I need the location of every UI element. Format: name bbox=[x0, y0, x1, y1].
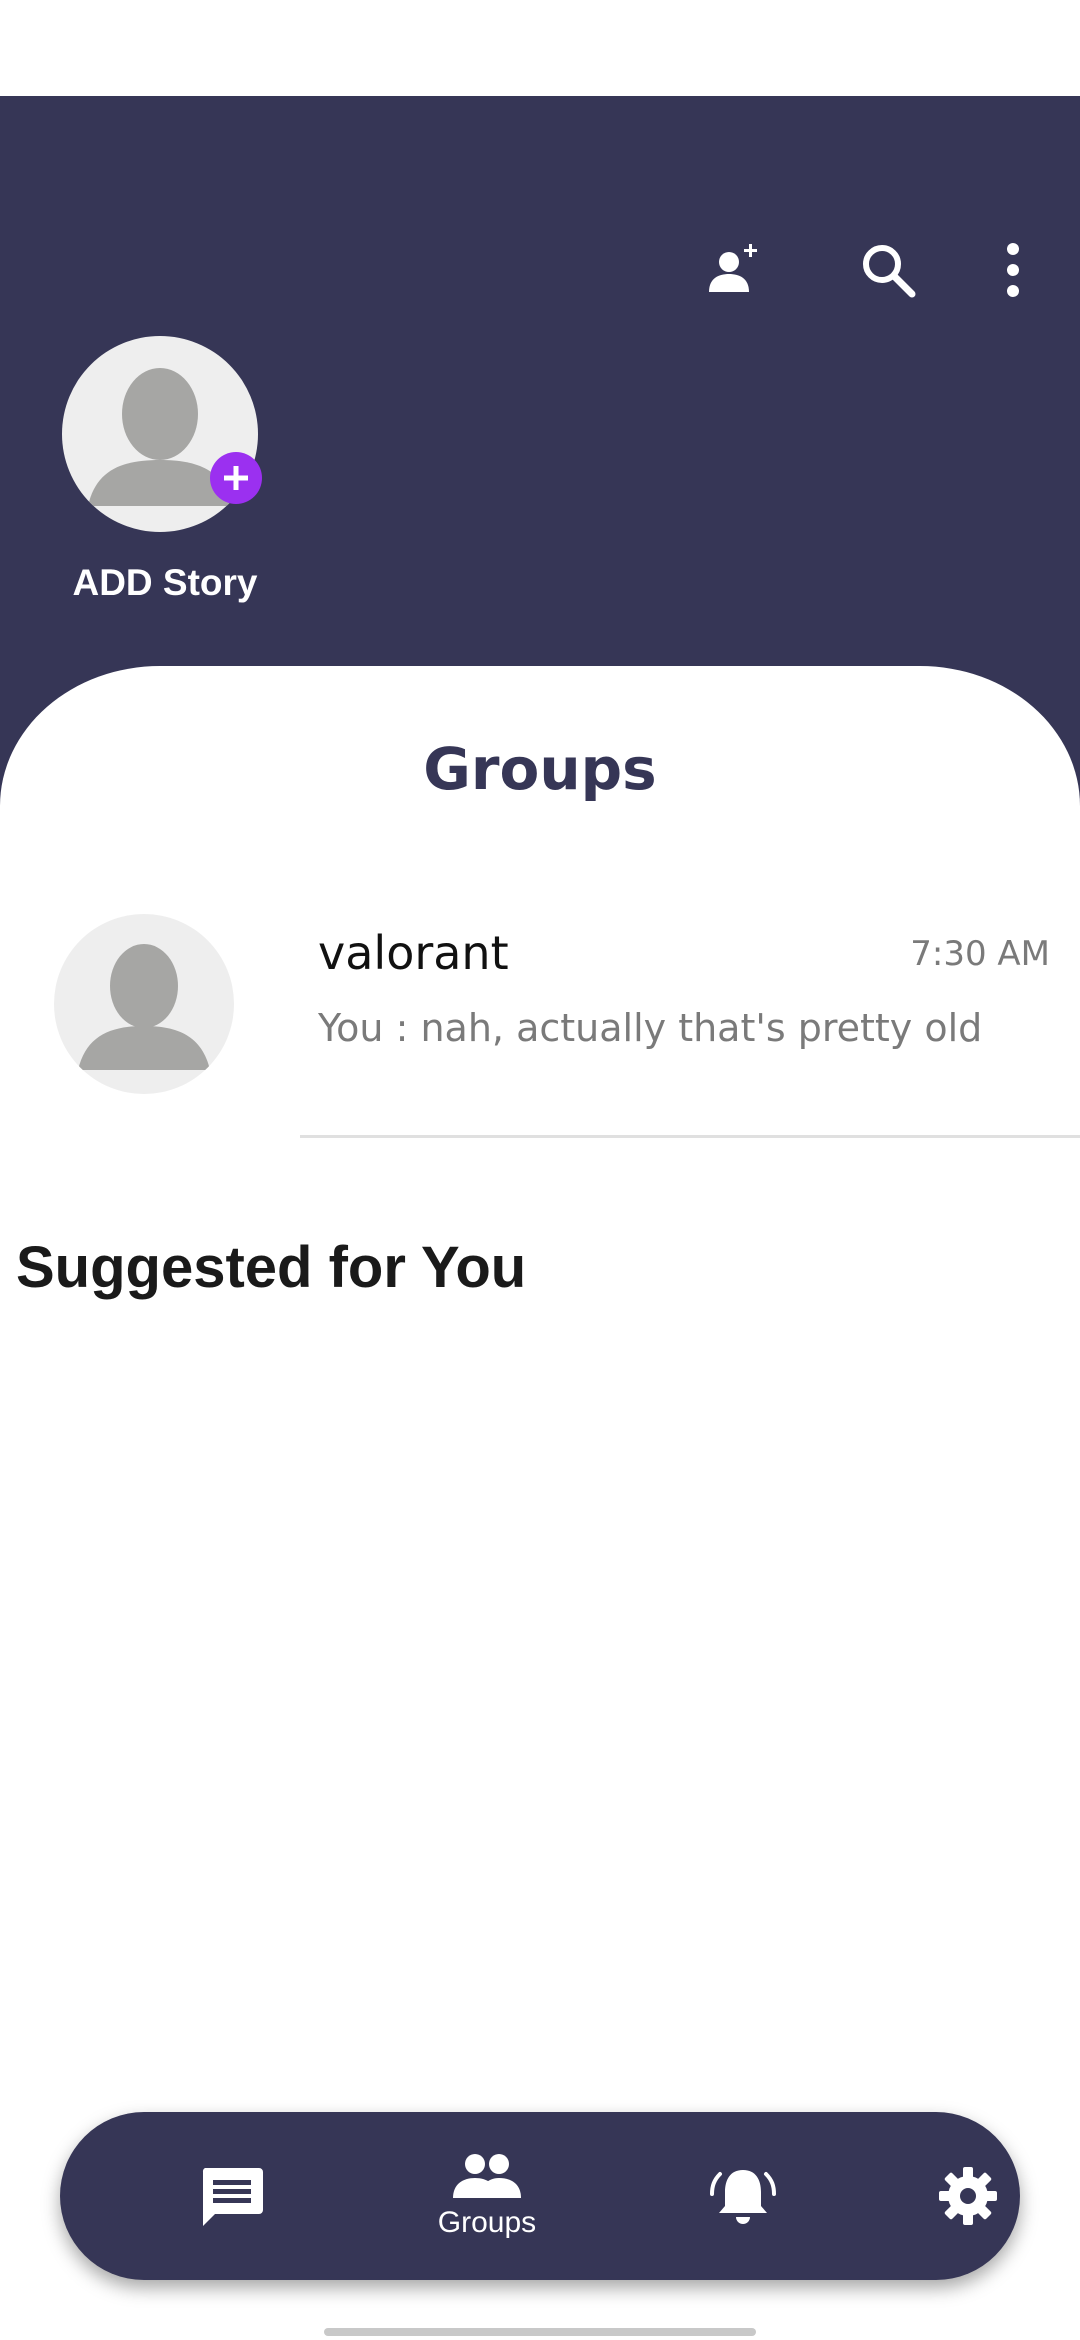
nav-item-groups[interactable]: Groups bbox=[397, 2112, 577, 2280]
search-icon bbox=[859, 241, 917, 299]
avatar bbox=[54, 914, 234, 1094]
chat-name: valorant bbox=[318, 926, 509, 980]
notifications-icon bbox=[710, 2164, 776, 2228]
plus-icon bbox=[210, 452, 262, 504]
add-friend-button[interactable] bbox=[695, 230, 775, 310]
status-bar bbox=[0, 0, 1080, 96]
settings-icon bbox=[937, 2165, 999, 2227]
page-title: Groups bbox=[423, 735, 657, 803]
add-story-button[interactable] bbox=[62, 336, 262, 532]
nav-item-notifications[interactable] bbox=[653, 2112, 833, 2280]
more-vert-icon bbox=[1003, 242, 1023, 298]
nav-item-settings[interactable] bbox=[878, 2112, 1058, 2280]
chat-icon bbox=[199, 2164, 265, 2228]
search-button[interactable] bbox=[848, 230, 928, 310]
home-indicator[interactable] bbox=[324, 2328, 756, 2336]
nav-item-label: Groups bbox=[437, 2206, 537, 2239]
add-story-label: ADD Story bbox=[72, 562, 258, 603]
nav-item-chats[interactable] bbox=[142, 2112, 322, 2280]
add-person-icon bbox=[707, 242, 763, 298]
more-options-button[interactable] bbox=[973, 230, 1053, 310]
divider bbox=[300, 1135, 1080, 1138]
chat-list-item[interactable]: valorant 7:30 AM You : nah, actually tha… bbox=[0, 900, 1080, 1138]
person-silhouette-icon bbox=[78, 944, 210, 1070]
chat-timestamp: 7:30 AM bbox=[910, 934, 1050, 974]
groups-icon bbox=[451, 2152, 523, 2200]
bottom-navigation: Groups bbox=[60, 2112, 1020, 2280]
chat-last-message: You : nah, actually that's pretty old bbox=[318, 1006, 983, 1050]
suggested-section-title: Suggested for You bbox=[16, 1235, 527, 1300]
